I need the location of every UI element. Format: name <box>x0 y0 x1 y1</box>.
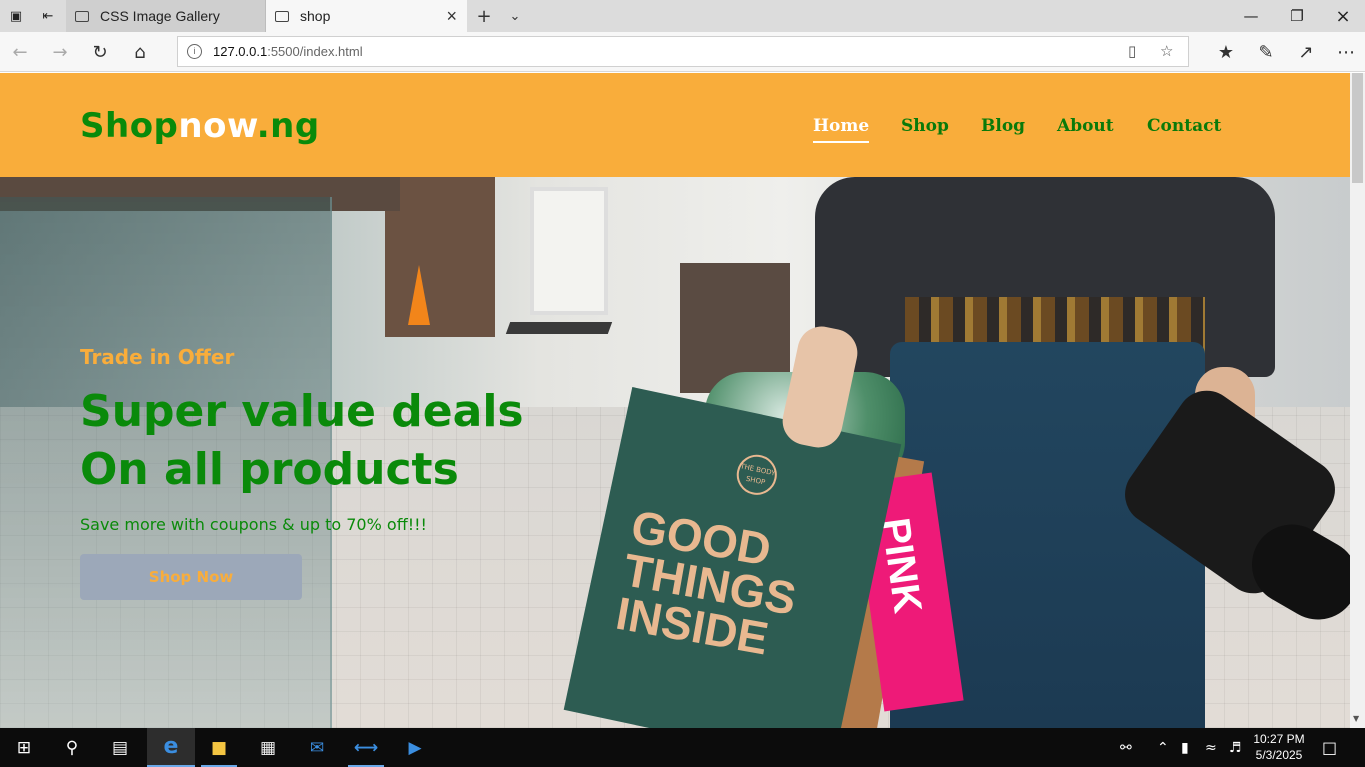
favorites-icon[interactable]: ★ <box>1206 32 1246 72</box>
clock-time: 10:27 PM <box>1253 732 1305 746</box>
forward-icon[interactable]: → <box>40 32 80 72</box>
nav-home[interactable]: Home <box>813 116 870 143</box>
nav-shop[interactable]: Shop <box>901 116 949 136</box>
site-logo[interactable]: Shopnow.ng <box>80 106 320 146</box>
show-hidden-icons-icon[interactable]: ⌃ <box>1157 728 1169 767</box>
tab-title: shop <box>300 8 331 24</box>
notifications-icon[interactable]: □ <box>1322 728 1337 767</box>
share-icon[interactable]: ↗ <box>1286 32 1326 72</box>
mail-icon[interactable]: ✉ <box>293 728 341 767</box>
media-player-icon[interactable]: ▶ <box>391 728 439 767</box>
battery-icon[interactable]: ▮ <box>1181 728 1189 767</box>
refresh-icon[interactable]: ↻ <box>80 32 120 72</box>
wifi-icon[interactable]: ≈ <box>1205 728 1217 767</box>
set-tabs-aside-icon[interactable]: ⇤ <box>32 0 64 32</box>
page-icon <box>275 10 289 22</box>
browser-tab-strip: ▣ ⇤ CSS Image Gallery shop × + ⌄ — ❐ × <box>0 0 1365 32</box>
site-header: Shopnow.ng Home Shop Blog About Contact <box>0 73 1350 177</box>
webpage: Shopnow.ng Home Shop Blog About Contact … <box>0 73 1350 728</box>
hero-section: PINK THE BODY SHOP GOOD THINGS INSIDE Tr… <box>0 177 1350 728</box>
tab-shop[interactable]: shop × <box>266 0 467 32</box>
hero-headline-line1: Super value deals <box>80 386 524 437</box>
close-tab-icon[interactable]: × <box>446 6 457 27</box>
nav-blog[interactable]: Blog <box>981 116 1025 136</box>
nav-about[interactable]: About <box>1057 116 1114 136</box>
scroll-down-icon[interactable]: ▼ <box>1353 714 1359 723</box>
file-explorer-icon[interactable]: ■ <box>195 728 243 767</box>
close-window-icon[interactable]: × <box>1320 0 1365 32</box>
reading-view-icon[interactable]: ▯ <box>1128 42 1136 60</box>
more-icon[interactable]: ⋯ <box>1326 32 1365 72</box>
task-view-icon[interactable]: ▤ <box>96 728 144 767</box>
windows-taskbar: ⊞ ⚲ ▤ e ■ ▦ ✉ ⟷ ▶ ⚯ ⌃ ▮ ≈ ♬ 10:27 PM 5/3… <box>0 728 1365 767</box>
web-note-icon[interactable]: ✎ <box>1246 32 1286 72</box>
browser-toolbar: ← → ↻ ⌂ i 127.0.0.1:5500/index.html ▯ ☆ … <box>0 32 1365 72</box>
tab-css-image-gallery[interactable]: CSS Image Gallery <box>66 0 266 32</box>
people-icon[interactable]: ⚯ <box>1120 728 1132 767</box>
hero-kicker: Trade in Offer <box>80 345 235 369</box>
address-bar[interactable]: i 127.0.0.1:5500/index.html ▯ ☆ <box>177 36 1189 67</box>
restore-icon[interactable]: ❐ <box>1274 0 1320 32</box>
home-icon[interactable]: ⌂ <box>120 32 160 72</box>
tab-actions-icon[interactable]: ▣ <box>0 0 32 32</box>
hero-subtext: Save more with coupons & up to 70% off!!… <box>80 515 427 534</box>
info-icon[interactable]: i <box>187 44 202 59</box>
page-icon <box>75 10 89 22</box>
hero-headline-line2: On all products <box>80 444 459 495</box>
windows-start-icon[interactable]: ⊞ <box>0 728 48 767</box>
url-text: 127.0.0.1:5500/index.html <box>213 44 363 59</box>
store-icon[interactable]: ▦ <box>244 728 292 767</box>
vscode-icon[interactable]: ⟷ <box>342 728 390 767</box>
edge-browser-icon[interactable]: e <box>147 728 195 767</box>
chevron-down-icon[interactable]: ⌄ <box>503 0 527 32</box>
tab-title: CSS Image Gallery <box>100 8 220 24</box>
page-scrollbar[interactable]: ▼ <box>1350 73 1365 728</box>
clock-date: 5/3/2025 <box>1255 748 1303 762</box>
minimize-icon[interactable]: — <box>1228 0 1274 32</box>
back-icon[interactable]: ← <box>0 32 40 72</box>
volume-icon[interactable]: ♬ <box>1229 728 1242 767</box>
favorite-star-icon[interactable]: ☆ <box>1160 42 1173 60</box>
search-icon[interactable]: ⚲ <box>48 728 96 767</box>
scrollbar-thumb[interactable] <box>1352 73 1363 183</box>
new-tab-icon[interactable]: + <box>472 0 496 32</box>
system-clock[interactable]: 10:27 PM 5/3/2025 <box>1252 731 1306 763</box>
shop-now-button[interactable]: Shop Now <box>80 554 302 600</box>
nav-contact[interactable]: Contact <box>1147 116 1221 136</box>
